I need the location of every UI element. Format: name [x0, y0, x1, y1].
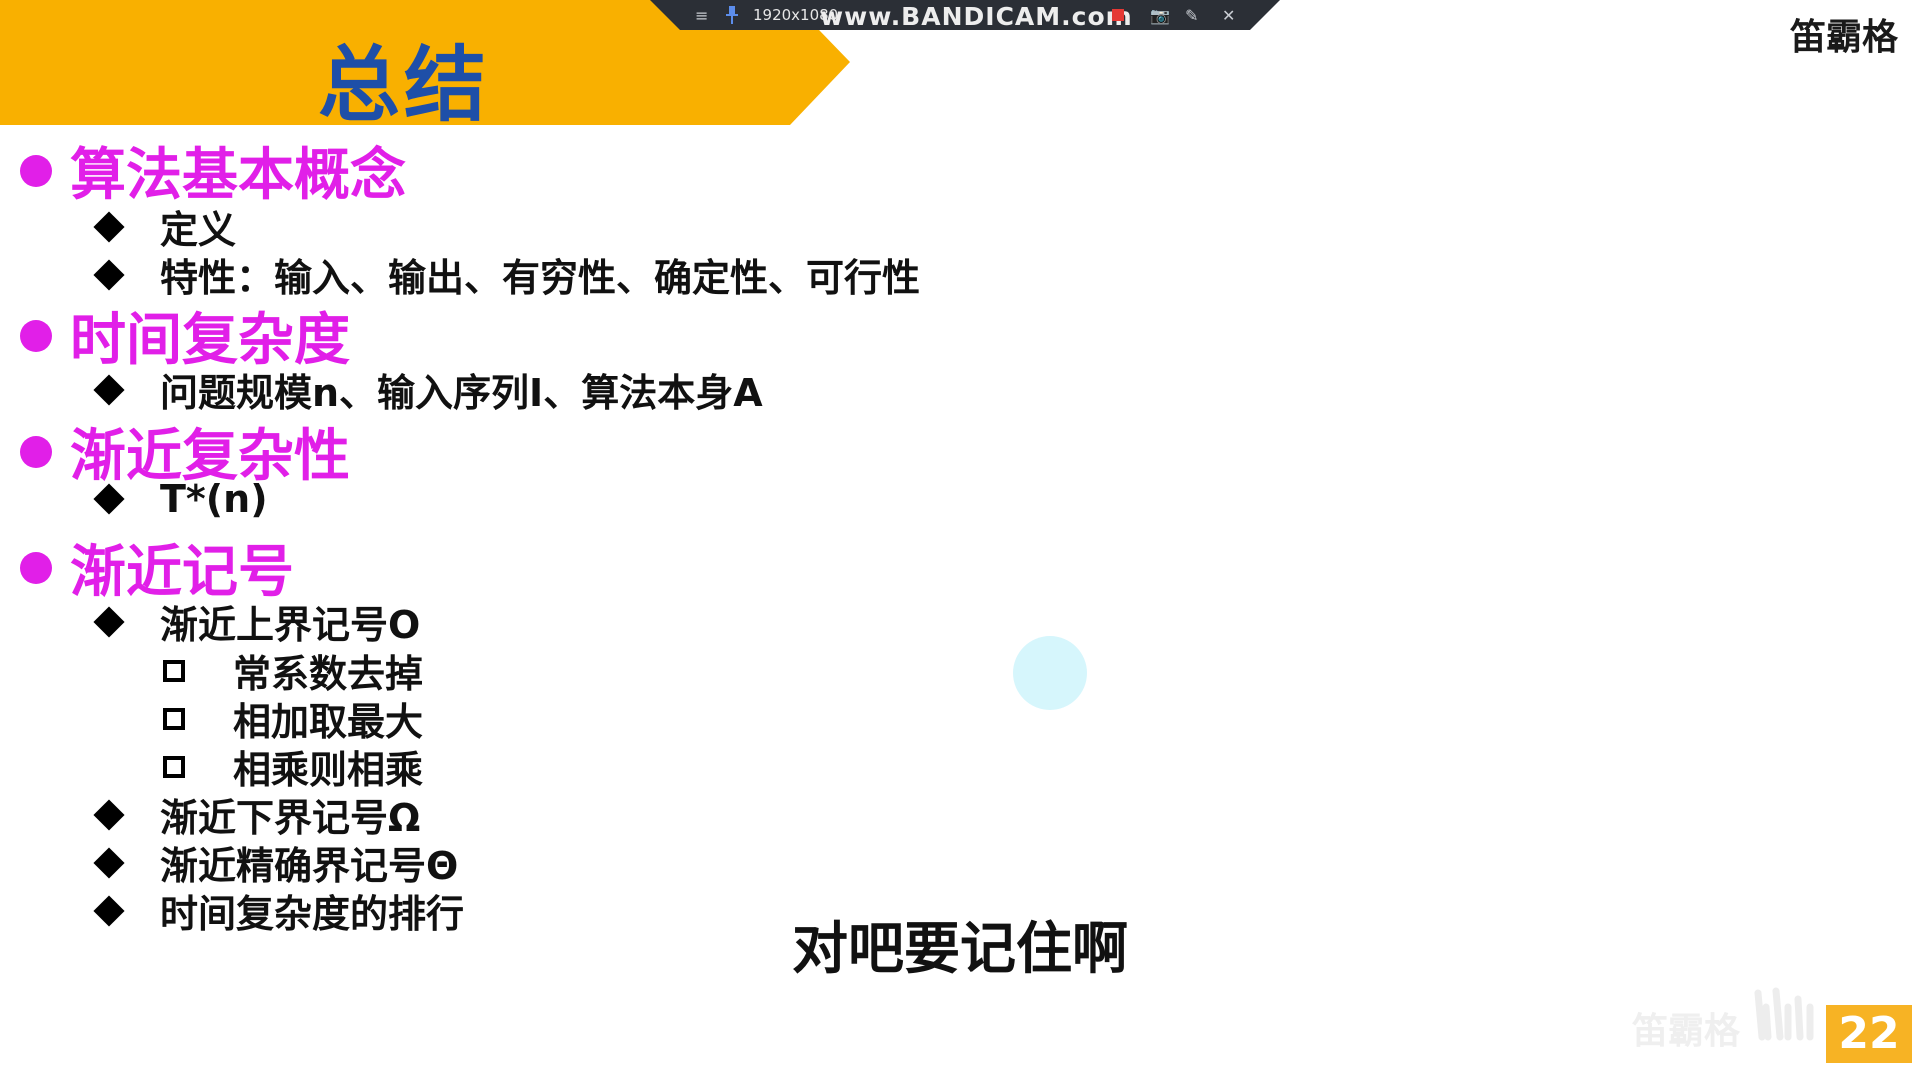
recorder-toolbar: ≡ 1920x1080 www.BANDICAM.com 📷 ✎ ✕ [650, 0, 1280, 30]
sub-list-item-text: 相乘则相乘 [233, 748, 424, 792]
pin-icon[interactable] [726, 6, 738, 28]
list-item: 渐近上界记号O [92, 594, 420, 649]
diamond-bullet-icon [93, 483, 125, 515]
bullet-dot-icon [20, 435, 52, 468]
bullet-dot-icon [20, 551, 52, 584]
slide-title: 总结 [318, 38, 491, 133]
recorder-brand: www.BANDICAM.com [820, 2, 1133, 31]
author-watermark: 笛霸格 [1632, 1011, 1741, 1052]
diamond-bullet-icon [93, 373, 125, 406]
sub-list-item-text: 常系数去掉 [233, 652, 424, 696]
sub-list-item: 常系数去掉 [163, 643, 423, 698]
list-item-text: 问题规模n、输入序列I、算法本身A [160, 371, 763, 415]
square-bullet-icon [163, 707, 185, 730]
bullet-dot-icon [20, 154, 52, 187]
diamond-bullet-icon [93, 798, 125, 831]
cursor-highlight-icon [1013, 636, 1087, 710]
close-icon[interactable]: ✕ [1222, 6, 1235, 25]
menu-icon[interactable]: ≡ [695, 6, 708, 25]
list-item: 问题规模n、输入序列I、算法本身A [92, 362, 763, 417]
list-item-text: 渐近上界记号O [160, 603, 421, 647]
list-item: 渐近精确界记号Θ [92, 835, 458, 890]
square-bullet-icon [163, 755, 185, 778]
camera-icon[interactable]: 📷 [1150, 6, 1170, 25]
diamond-bullet-icon [93, 605, 125, 638]
list-item-text: 定义 [160, 208, 237, 252]
list-item: 定义 [92, 199, 236, 254]
list-item: T*(n) [92, 477, 268, 521]
sub-list-item: 相加取最大 [163, 691, 423, 746]
diamond-bullet-icon [93, 210, 125, 243]
bullet-dot-icon [20, 319, 52, 352]
list-item: 特性：输入、输出、有穷性、确定性、可行性 [92, 247, 920, 302]
episode-badge: 22 [1826, 1005, 1912, 1063]
bilibili-logo-icon [1752, 985, 1832, 1049]
author-watermark-top: 笛霸格 [1789, 17, 1898, 58]
diamond-bullet-icon [93, 258, 125, 291]
list-item-text: T*(n) [160, 477, 268, 521]
sub-list-item-text: 相加取最大 [233, 700, 424, 744]
diamond-bullet-icon [93, 846, 125, 879]
square-bullet-icon [163, 659, 185, 682]
pen-icon[interactable]: ✎ [1185, 6, 1198, 25]
list-item-text: 渐近精确界记号Θ [160, 844, 459, 888]
record-indicator-icon [1112, 9, 1124, 21]
video-subtitle: 对吧要记住啊 [792, 917, 1128, 982]
list-item: 渐近下界记号Ω [92, 787, 420, 842]
sub-list-item: 相乘则相乘 [163, 739, 423, 794]
list-item-text: 特性：输入、输出、有穷性、确定性、可行性 [160, 256, 921, 300]
list-item-text: 渐近下界记号Ω [160, 796, 421, 840]
